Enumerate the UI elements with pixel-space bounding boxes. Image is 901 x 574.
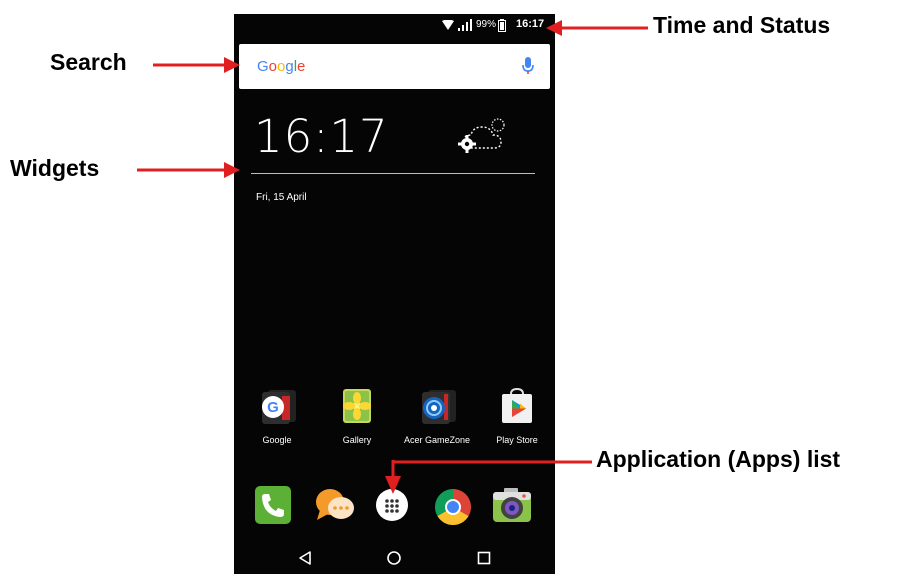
arrow-apps-list [385,460,592,494]
annotation-arrows [137,20,648,494]
arrow-search [153,57,240,73]
arrow-time-status [546,20,648,36]
arrow-widgets [137,162,240,178]
